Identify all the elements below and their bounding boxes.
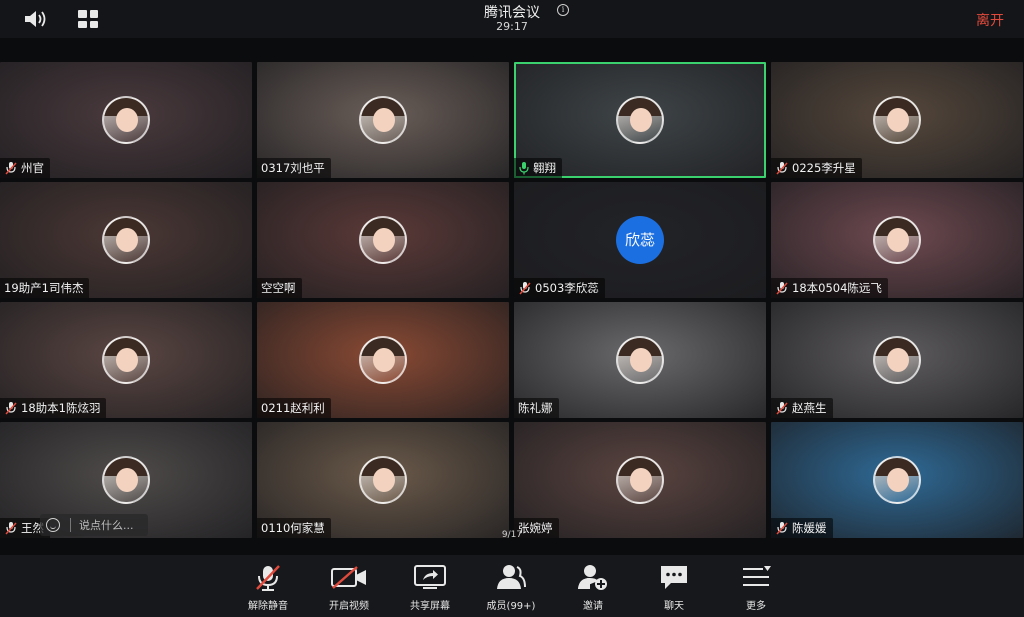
mic-active-icon	[519, 162, 529, 175]
page-indicator: 9/17	[501, 530, 523, 540]
mic-muted-icon	[519, 282, 531, 295]
participant-tile[interactable]: 0225李升星	[771, 62, 1023, 178]
more-button[interactable]: 更多	[716, 563, 796, 612]
participant-name: 州官	[21, 161, 44, 175]
chat-label: 聊天	[664, 601, 684, 612]
avatar	[359, 96, 407, 144]
participant-tile[interactable]: 陈媛媛	[771, 422, 1023, 538]
mic-muted-icon	[776, 162, 788, 175]
meeting-timer: 29:17	[496, 20, 528, 33]
mic-muted-icon	[5, 402, 17, 415]
participant-tile[interactable]: 0211赵利利	[257, 302, 509, 418]
participant-name: 0503李欣蕊	[535, 281, 599, 295]
avatar	[102, 456, 150, 504]
avatar	[359, 336, 407, 384]
avatar	[102, 96, 150, 144]
invite-icon	[578, 565, 607, 590]
members-label: 成员(99+)	[486, 601, 536, 612]
avatar	[102, 336, 150, 384]
participant-name: 0211赵利利	[261, 401, 325, 415]
avatar	[616, 456, 664, 504]
participant-tile[interactable]: 18本0504陈远飞	[771, 182, 1023, 298]
participant-name: 0317刘也平	[261, 161, 325, 175]
name-plate: 0211赵利利	[257, 398, 331, 418]
participant-name: 赵燕生	[792, 401, 827, 415]
name-plate: 空空啊	[257, 278, 302, 298]
mic-muted-icon	[5, 162, 17, 175]
chat-button[interactable]: 聊天	[634, 563, 714, 612]
camera-off-icon	[331, 566, 366, 589]
participant-tile[interactable]: 陈礼娜	[514, 302, 766, 418]
name-plate: 赵燕生	[771, 398, 833, 418]
participant-name: 陈礼娜	[518, 401, 553, 415]
name-plate: 0317刘也平	[257, 158, 331, 178]
members-icon	[497, 565, 526, 589]
invite-button[interactable]: 邀请	[553, 563, 633, 612]
share-screen-button[interactable]: 共享屏幕	[390, 563, 470, 612]
members-button[interactable]: 成员(99+)	[471, 563, 551, 612]
avatar	[359, 456, 407, 504]
participant-name: 18本0504陈远飞	[792, 281, 882, 295]
unmute-button[interactable]: 解除静音	[228, 563, 308, 612]
bottom-toolbar: 解除静音 开启视频 共享屏幕 成员(99+) 邀请 聊天 更多	[0, 555, 1024, 617]
participant-tile[interactable]: 翱翔	[514, 62, 766, 178]
mic-muted-icon	[776, 282, 788, 295]
name-plate: 0225李升星	[771, 158, 862, 178]
participant-name: 0225李升星	[792, 161, 856, 175]
more-menu-icon	[743, 566, 771, 586]
participant-tile[interactable]: 张婉婷	[514, 422, 766, 538]
participant-tile[interactable]: 0110何家慧	[257, 422, 509, 538]
name-plate: 州官	[0, 158, 50, 178]
unmute-label: 解除静音	[248, 601, 288, 612]
participant-name: 19助产1司伟杰	[4, 281, 84, 295]
avatar	[102, 216, 150, 264]
name-plate: 19助产1司伟杰	[0, 278, 90, 298]
avatar	[359, 216, 407, 264]
avatar	[873, 456, 921, 504]
meeting-title: 腾讯会议	[484, 5, 540, 21]
participant-tile[interactable]: 0317刘也平	[257, 62, 509, 178]
top-bar: 腾讯会议 i 29:17 离开	[0, 0, 1024, 38]
name-plate: 翱翔	[514, 158, 562, 178]
name-plate: 0503李欣蕊	[514, 278, 605, 298]
leave-button[interactable]: 离开	[976, 10, 1004, 30]
more-label: 更多	[746, 601, 766, 612]
participant-tile[interactable]: 19助产1司伟杰	[0, 182, 252, 298]
participant-tile[interactable]: 州官	[0, 62, 252, 178]
participant-tile[interactable]: 赵燕生	[771, 302, 1023, 418]
avatar	[616, 336, 664, 384]
share-screen-label: 共享屏幕	[410, 601, 450, 612]
participant-tile[interactable]: 18助本1陈炫羽	[0, 302, 252, 418]
avatar	[873, 96, 921, 144]
name-plate: 陈礼娜	[514, 398, 559, 418]
video-grid: 州官 0317刘也平 翱翔 0225李升星 19助产1司伟杰 空空啊 欣蕊 0503李欣蕊 18…	[0, 62, 1024, 542]
invite-label: 邀请	[583, 601, 603, 612]
start-video-label: 开启视频	[329, 601, 369, 612]
avatar: 欣蕊	[616, 216, 664, 264]
name-plate: 18助本1陈炫羽	[0, 398, 107, 418]
mic-muted-icon	[776, 402, 788, 415]
avatar	[873, 216, 921, 264]
participant-name: 翱翔	[533, 161, 556, 175]
participant-name: 18助本1陈炫羽	[21, 401, 101, 415]
avatar	[873, 336, 921, 384]
name-plate: 18本0504陈远飞	[771, 278, 888, 298]
share-screen-icon	[414, 565, 446, 589]
avatar	[616, 96, 664, 144]
mic-muted-icon	[256, 565, 280, 591]
participant-tile[interactable]: 欣蕊 0503李欣蕊	[514, 182, 766, 298]
chat-bubble-icon	[661, 566, 687, 589]
info-icon[interactable]: i	[557, 4, 569, 16]
start-video-button[interactable]: 开启视频	[309, 563, 389, 612]
participant-tile[interactable]: 空空啊	[257, 182, 509, 298]
participant-name: 空空啊	[261, 281, 296, 295]
